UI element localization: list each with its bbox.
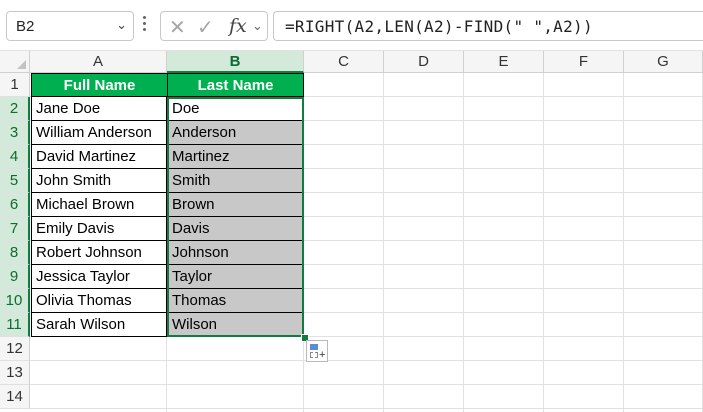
header-full-name[interactable]: Full Name — [31, 73, 168, 97]
cell-full-name[interactable]: Emily Davis — [31, 217, 167, 241]
fx-icon[interactable]: fx — [229, 15, 247, 37]
name-box[interactable]: B2 ⌄ — [6, 11, 134, 41]
chevron-down-icon[interactable]: ⌄ — [252, 18, 263, 34]
cell-full-name[interactable]: Robert Johnson — [31, 241, 167, 265]
cell-full-name[interactable]: John Smith — [31, 169, 167, 193]
row-header-1[interactable]: 1 — [0, 73, 30, 97]
column-header-c[interactable]: C — [304, 51, 384, 73]
cell-last-name[interactable]: Taylor — [168, 265, 303, 289]
header-last-name[interactable]: Last Name — [167, 73, 304, 97]
row-header-8[interactable]: 8 — [0, 241, 30, 265]
name-box-value: B2 — [16, 18, 35, 35]
gridline — [30, 384, 703, 385]
row-header-9[interactable]: 9 — [0, 265, 30, 289]
column-header-b[interactable]: B — [167, 51, 304, 73]
cell-full-name[interactable]: David Martinez — [31, 145, 167, 169]
gridline — [623, 73, 624, 412]
cell-full-name[interactable]: Olivia Thomas — [31, 289, 167, 313]
more-options-icon[interactable] — [143, 14, 147, 36]
formula-input[interactable]: =RIGHT(A2,LEN(A2)-FIND(" ",A2)) — [273, 11, 703, 41]
row-header-5[interactable]: 5 — [0, 169, 30, 193]
column-header-e[interactable]: E — [464, 51, 544, 73]
column-header-d[interactable]: D — [384, 51, 464, 73]
row-header-12[interactable]: 12 — [0, 337, 30, 361]
column-header-a[interactable]: A — [30, 51, 167, 73]
cell-last-name[interactable]: Brown — [168, 193, 303, 217]
select-all-button[interactable] — [0, 51, 30, 73]
cell-last-name[interactable]: Martinez — [168, 145, 303, 169]
row-header-11[interactable]: 11 — [0, 313, 30, 337]
row-header-7[interactable]: 7 — [0, 217, 30, 241]
cell-last-name[interactable]: Johnson — [168, 241, 303, 265]
gridline — [30, 408, 703, 409]
chevron-down-icon[interactable]: ⌄ — [116, 17, 127, 33]
cell-last-name[interactable]: Smith — [168, 169, 303, 193]
row-header-3[interactable]: 3 — [0, 121, 30, 145]
row-header-6[interactable]: 6 — [0, 193, 30, 217]
cell-last-name[interactable]: Doe — [168, 97, 303, 121]
gridline — [383, 73, 384, 412]
gridline — [463, 73, 464, 412]
checkmark-icon[interactable]: ✓ — [197, 15, 214, 40]
gridline — [30, 360, 703, 361]
cell-full-name[interactable]: Jane Doe — [31, 97, 167, 121]
cell-last-name[interactable]: Anderson — [168, 121, 303, 145]
cell-last-name[interactable]: Davis — [168, 217, 303, 241]
formula-text: =RIGHT(A2,LEN(A2)-FIND(" ",A2)) — [285, 17, 593, 36]
row-header-14[interactable]: 14 — [0, 385, 30, 409]
gridline — [303, 73, 304, 412]
column-header-g[interactable]: G — [624, 51, 703, 73]
cancel-x-icon[interactable]: ✕ — [169, 15, 186, 40]
cell-full-name[interactable]: Sarah Wilson — [31, 313, 167, 337]
formula-bar: B2 ⌄ ✕ ✓ fx ⌄ =RIGHT(A2,LEN(A2)-FIND(" "… — [0, 0, 703, 50]
formula-buttons: ✕ ✓ fx ⌄ — [160, 11, 268, 41]
cell-last-name[interactable]: Wilson — [168, 313, 303, 337]
cell-full-name[interactable]: Jessica Taylor — [31, 265, 167, 289]
column-header-f[interactable]: F — [544, 51, 624, 73]
cell-full-name[interactable]: William Anderson — [31, 121, 167, 145]
row-header-4[interactable]: 4 — [0, 145, 30, 169]
gridline — [543, 73, 544, 412]
cell-last-name[interactable]: Thomas — [168, 289, 303, 313]
cell-full-name[interactable]: Michael Brown — [31, 193, 167, 217]
row-header-10[interactable]: 10 — [0, 289, 30, 313]
row-header-2[interactable]: 2 — [0, 97, 30, 121]
quick-analysis-icon[interactable]: + — [306, 340, 328, 362]
row-header-13[interactable]: 13 — [0, 361, 30, 385]
